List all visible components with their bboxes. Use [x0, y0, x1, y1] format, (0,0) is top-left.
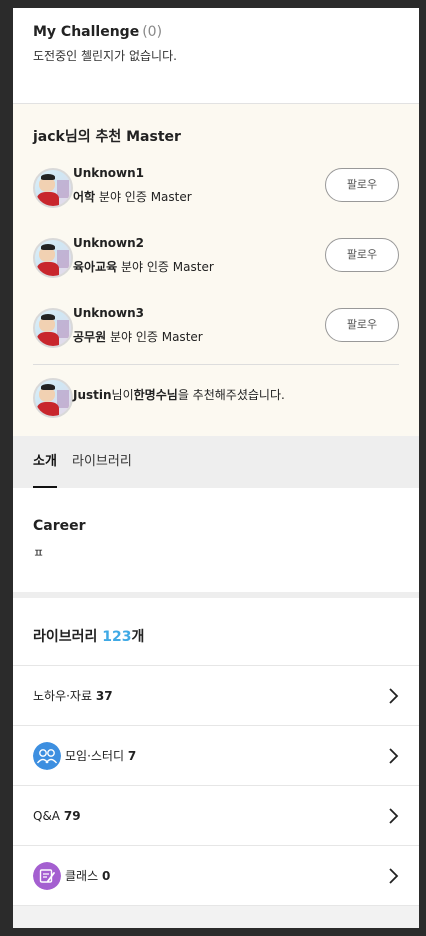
recommended-by-text: Justin님이한명수님을 추천해주셨습니다.	[73, 388, 285, 402]
challenge-empty-message: 도전중인 첼린지가 없습니다.	[33, 49, 177, 63]
library-item-label: Q&A 79	[33, 809, 81, 823]
library-section: 라이브러리 123개 노하우·자료 37 모임·스터디 7 Q&A 79 클래스…	[13, 598, 419, 928]
my-challenge-section: My Challenge (0) 도전중인 첼린지가 없습니다.	[13, 8, 419, 104]
master-item[interactable]: Unknown3 공무원 분야 인증 Master 팔로우	[33, 306, 399, 356]
avatar[interactable]	[33, 378, 73, 418]
tab-library[interactable]: 라이브러리	[72, 436, 132, 488]
challenge-count: (0)	[142, 24, 163, 40]
master-name: Unknown3	[73, 306, 145, 320]
career-section: Career ㅍ	[13, 488, 419, 598]
challenge-title: My Challenge	[33, 24, 140, 40]
master-field: 육아교육 분야 인증 Master	[73, 260, 214, 274]
chevron-right-icon	[389, 688, 399, 704]
library-item-label: 클래스 0	[65, 869, 111, 883]
library-item-study[interactable]: 모임·스터디 7	[13, 726, 419, 786]
recommended-by-row: Justin님이한명수님을 추천해주셨습니다.	[33, 376, 399, 420]
divider	[33, 364, 399, 365]
group-icon	[33, 742, 61, 770]
profile-tabs: 소개 라이브러리	[13, 436, 419, 488]
challenge-heading: My Challenge (0)	[33, 24, 399, 40]
follow-button[interactable]: 팔로우	[325, 168, 399, 202]
chevron-right-icon	[389, 808, 399, 824]
tab-intro[interactable]: 소개	[33, 436, 57, 488]
avatar[interactable]	[33, 238, 73, 278]
career-text: ㅍ	[33, 546, 45, 560]
library-header: 라이브러리 123개	[13, 598, 419, 666]
career-title: Career	[33, 518, 86, 534]
library-item-class[interactable]: 클래스 0	[13, 846, 419, 906]
library-item-label: 노하우·자료 37	[33, 689, 113, 703]
class-icon	[33, 862, 61, 890]
avatar[interactable]	[33, 168, 73, 208]
recommend-title: jack님의 추천 Master	[33, 129, 181, 145]
master-name: Unknown1	[73, 166, 145, 180]
profile-page: My Challenge (0) 도전중인 첼린지가 없습니다. jack님의 추…	[13, 8, 419, 928]
master-field: 어학 분야 인증 Master	[73, 190, 192, 204]
library-count: 123	[102, 629, 132, 645]
master-field: 공무원 분야 인증 Master	[73, 330, 203, 344]
library-title: 라이브러리 123개	[33, 629, 145, 645]
library-item-qna[interactable]: Q&A 79	[13, 786, 419, 846]
library-item-label: 모임·스터디 7	[65, 749, 137, 763]
bottom-spacer	[13, 906, 419, 928]
library-item-knowhow[interactable]: 노하우·자료 37	[13, 666, 419, 726]
master-item[interactable]: Unknown2 육아교육 분야 인증 Master 팔로우	[33, 236, 399, 286]
master-name: Unknown2	[73, 236, 145, 250]
follow-button[interactable]: 팔로우	[325, 238, 399, 272]
recommended-masters-section: jack님의 추천 Master Unknown1 어학 분야 인증 Maste…	[13, 104, 419, 436]
chevron-right-icon	[389, 748, 399, 764]
chevron-right-icon	[389, 868, 399, 884]
master-item[interactable]: Unknown1 어학 분야 인증 Master 팔로우	[33, 166, 399, 216]
avatar[interactable]	[33, 308, 73, 348]
follow-button[interactable]: 팔로우	[325, 308, 399, 342]
